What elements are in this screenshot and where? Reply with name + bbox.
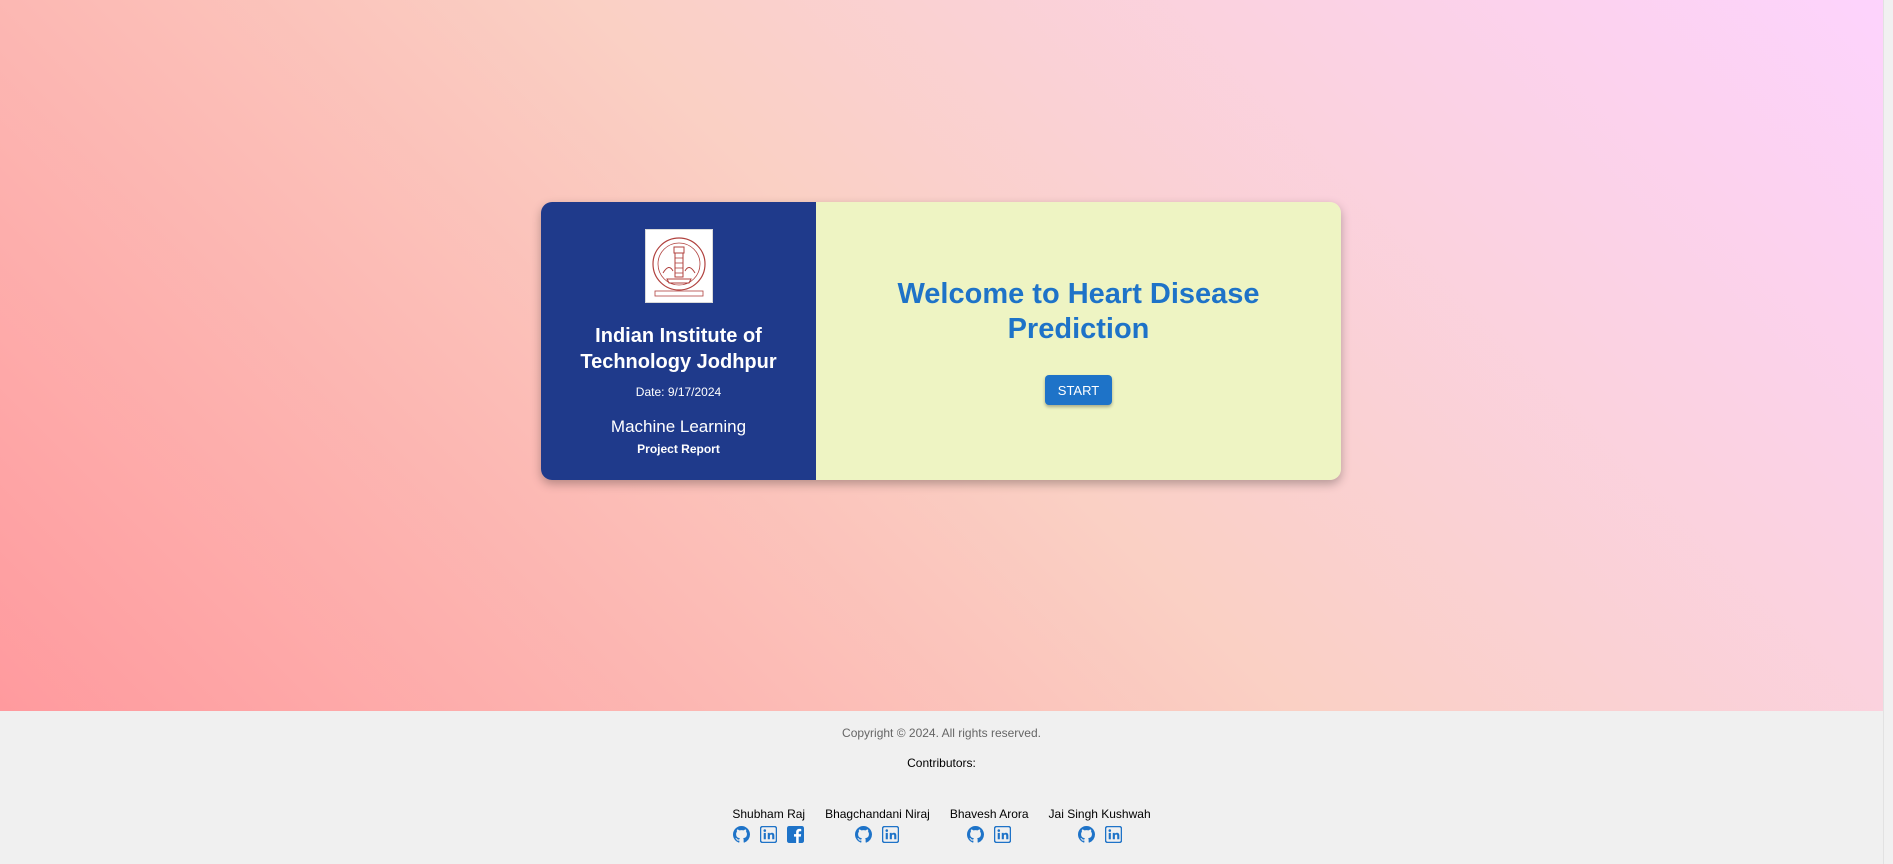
copyright-text: Copyright © 2024. All rights reserved. bbox=[842, 726, 1041, 740]
contributor-3: Bhavesh Arora bbox=[949, 807, 1029, 844]
contributor-links bbox=[967, 825, 1012, 844]
linkedin-icon[interactable] bbox=[1104, 825, 1122, 844]
contributor-4: Jai Singh Kushwah bbox=[1048, 807, 1151, 844]
institute-name: Indian Institute of Technology Jodhpur bbox=[580, 325, 777, 373]
contributor-links bbox=[855, 825, 900, 844]
welcome-panel: Welcome to Heart Disease Prediction STAR… bbox=[816, 202, 1341, 480]
github-icon[interactable] bbox=[855, 826, 873, 843]
contributor-name: Bhavesh Arora bbox=[949, 807, 1029, 821]
vertical-scrollbar[interactable] bbox=[1883, 0, 1893, 864]
github-icon[interactable] bbox=[967, 826, 985, 843]
welcome-title: Welcome to Heart Disease Prediction bbox=[897, 278, 1260, 345]
facebook-icon[interactable] bbox=[787, 826, 805, 843]
contributors-label: Contributors: bbox=[907, 756, 976, 770]
emblem-icon bbox=[651, 237, 706, 297]
contributor-name: Jai Singh Kushwah bbox=[1048, 807, 1151, 821]
contributor-name: Shubham Raj bbox=[732, 807, 806, 821]
report-date: Date: 9/17/2024 bbox=[635, 385, 722, 399]
contributor-name: Bhagchandani Niraj bbox=[825, 807, 930, 821]
institute-logo bbox=[644, 229, 713, 303]
contributor-links bbox=[733, 825, 805, 844]
course-name: Machine Learning bbox=[610, 417, 747, 436]
linkedin-icon[interactable] bbox=[882, 825, 900, 844]
contributor-2: Bhagchandani Niraj bbox=[825, 807, 930, 844]
start-button[interactable]: START bbox=[1044, 375, 1113, 405]
report-label: Project Report bbox=[637, 442, 720, 456]
footer: Copyright © 2024. All rights reserved. C… bbox=[0, 711, 1883, 864]
institute-panel: Indian Institute of Technology Jodhpur D… bbox=[541, 202, 816, 480]
welcome-card: Indian Institute of Technology Jodhpur D… bbox=[541, 202, 1341, 480]
contributors-list: Shubham Raj Bhagchandani Niraj Bhavesh Aro… bbox=[0, 807, 1883, 844]
linkedin-icon[interactable] bbox=[993, 825, 1012, 844]
linkedin-icon[interactable] bbox=[760, 825, 778, 844]
contributor-1: Shubham Raj bbox=[732, 807, 806, 844]
github-icon[interactable] bbox=[1077, 826, 1095, 843]
contributor-links bbox=[1077, 825, 1122, 844]
github-icon[interactable] bbox=[733, 826, 751, 843]
hero-background: Indian Institute of Technology Jodhpur D… bbox=[0, 0, 1883, 711]
